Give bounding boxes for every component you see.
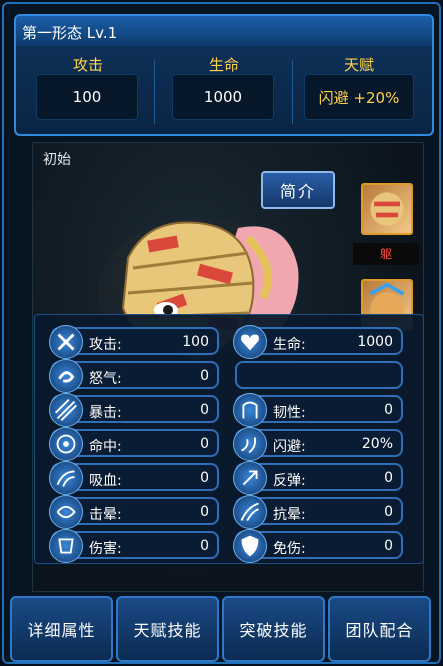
stat-empty	[235, 361, 403, 389]
stat-attack: 攻击: 100	[49, 325, 219, 359]
stat-value: 0	[200, 402, 209, 418]
stat-label: 反弹:	[273, 473, 306, 489]
stat-label: 闪避:	[273, 439, 306, 455]
stat-value: 0	[200, 538, 209, 554]
life-value: 1000	[172, 74, 274, 120]
toughness-icon	[233, 393, 267, 427]
stat-life: 生命: 1000	[233, 325, 403, 359]
form-title: 第一形态 Lv.1	[22, 24, 118, 42]
crossed-swords-icon	[49, 325, 83, 359]
stat-lifesteal: 吸血: 0	[49, 461, 219, 495]
talent-header: 天赋	[343, 56, 374, 74]
stat-hit: 命中: 0	[49, 427, 219, 461]
tab-detail-attributes[interactable]: 详细属性	[10, 596, 113, 662]
stat-label: 怒气:	[89, 371, 122, 387]
stat-value: 0	[200, 470, 209, 486]
critical-slash-icon	[49, 393, 83, 427]
stat-label: 韧性:	[273, 405, 306, 421]
stat-label: 伤害:	[89, 541, 122, 557]
stat-dodge: 闪避: 20%	[233, 427, 403, 461]
reflect-icon	[233, 461, 267, 495]
stat-value: 0	[200, 368, 209, 384]
stat-value: 0	[200, 436, 209, 452]
stat-value: 0	[384, 402, 393, 418]
shield-icon	[233, 529, 267, 563]
character-frame: 第一形态 Lv.1 攻击 100 生命 1000 天赋 闪避 +20% 初始 简…	[2, 2, 441, 664]
stat-label: 暴击:	[89, 405, 122, 421]
stat-value: 0	[384, 538, 393, 554]
divider	[292, 60, 293, 124]
tab-talent-skills[interactable]: 天赋技能	[116, 596, 219, 662]
form-thumbnail-label: 躯	[353, 243, 419, 265]
stat-reflect: 反弹: 0	[233, 461, 403, 495]
stage-label: 初始	[43, 152, 71, 168]
stat-stun: 击晕: 0	[49, 495, 219, 529]
damage-icon	[49, 529, 83, 563]
attack-value: 100	[36, 74, 138, 120]
target-icon	[49, 427, 83, 461]
stat-label: 抗晕:	[273, 507, 306, 523]
stun-icon	[49, 495, 83, 529]
rage-swirl-icon	[49, 359, 83, 393]
stun-resist-icon	[233, 495, 267, 529]
talent-value: 闪避 +20%	[304, 74, 414, 120]
stats-panel: 攻击: 100 怒气: 0 暴击: 0 命中: 0 吸血: 0 击晕: 0 伤害…	[34, 314, 424, 564]
stat-value: 100	[182, 334, 209, 350]
stat-label: 命中:	[89, 439, 122, 455]
attack-header: 攻击	[72, 56, 103, 74]
stat-label: 免伤:	[273, 541, 306, 557]
stat-stun-resist: 抗晕: 0	[233, 495, 403, 529]
stat-value: 0	[384, 470, 393, 486]
stat-rage: 怒气: 0	[49, 359, 219, 393]
divider	[154, 60, 155, 124]
stat-damage: 伤害: 0	[49, 529, 219, 563]
form-thumbnail[interactable]	[361, 183, 413, 235]
tab-breakthrough-skills[interactable]: 突破技能	[222, 596, 325, 662]
stat-value: 0	[384, 504, 393, 520]
lifesteal-icon	[49, 461, 83, 495]
stat-value: 20%	[361, 436, 393, 452]
stat-label: 生命:	[273, 337, 306, 353]
heart-icon	[233, 325, 267, 359]
life-header: 生命	[208, 56, 239, 74]
dodge-icon	[233, 427, 267, 461]
stat-label: 击晕:	[89, 507, 122, 523]
stat-value: 0	[200, 504, 209, 520]
tab-team-synergy[interactable]: 团队配合	[328, 596, 431, 662]
stat-label: 攻击:	[89, 337, 122, 353]
stat-critical: 暴击: 0	[49, 393, 219, 427]
form-panel: 第一形态 Lv.1 攻击 100 生命 1000 天赋 闪避 +20%	[14, 14, 434, 136]
stat-damage-reduction: 免伤: 0	[233, 529, 403, 563]
stat-label: 吸血:	[89, 473, 122, 489]
stat-value: 1000	[357, 334, 393, 350]
stat-toughness: 韧性: 0	[233, 393, 403, 427]
